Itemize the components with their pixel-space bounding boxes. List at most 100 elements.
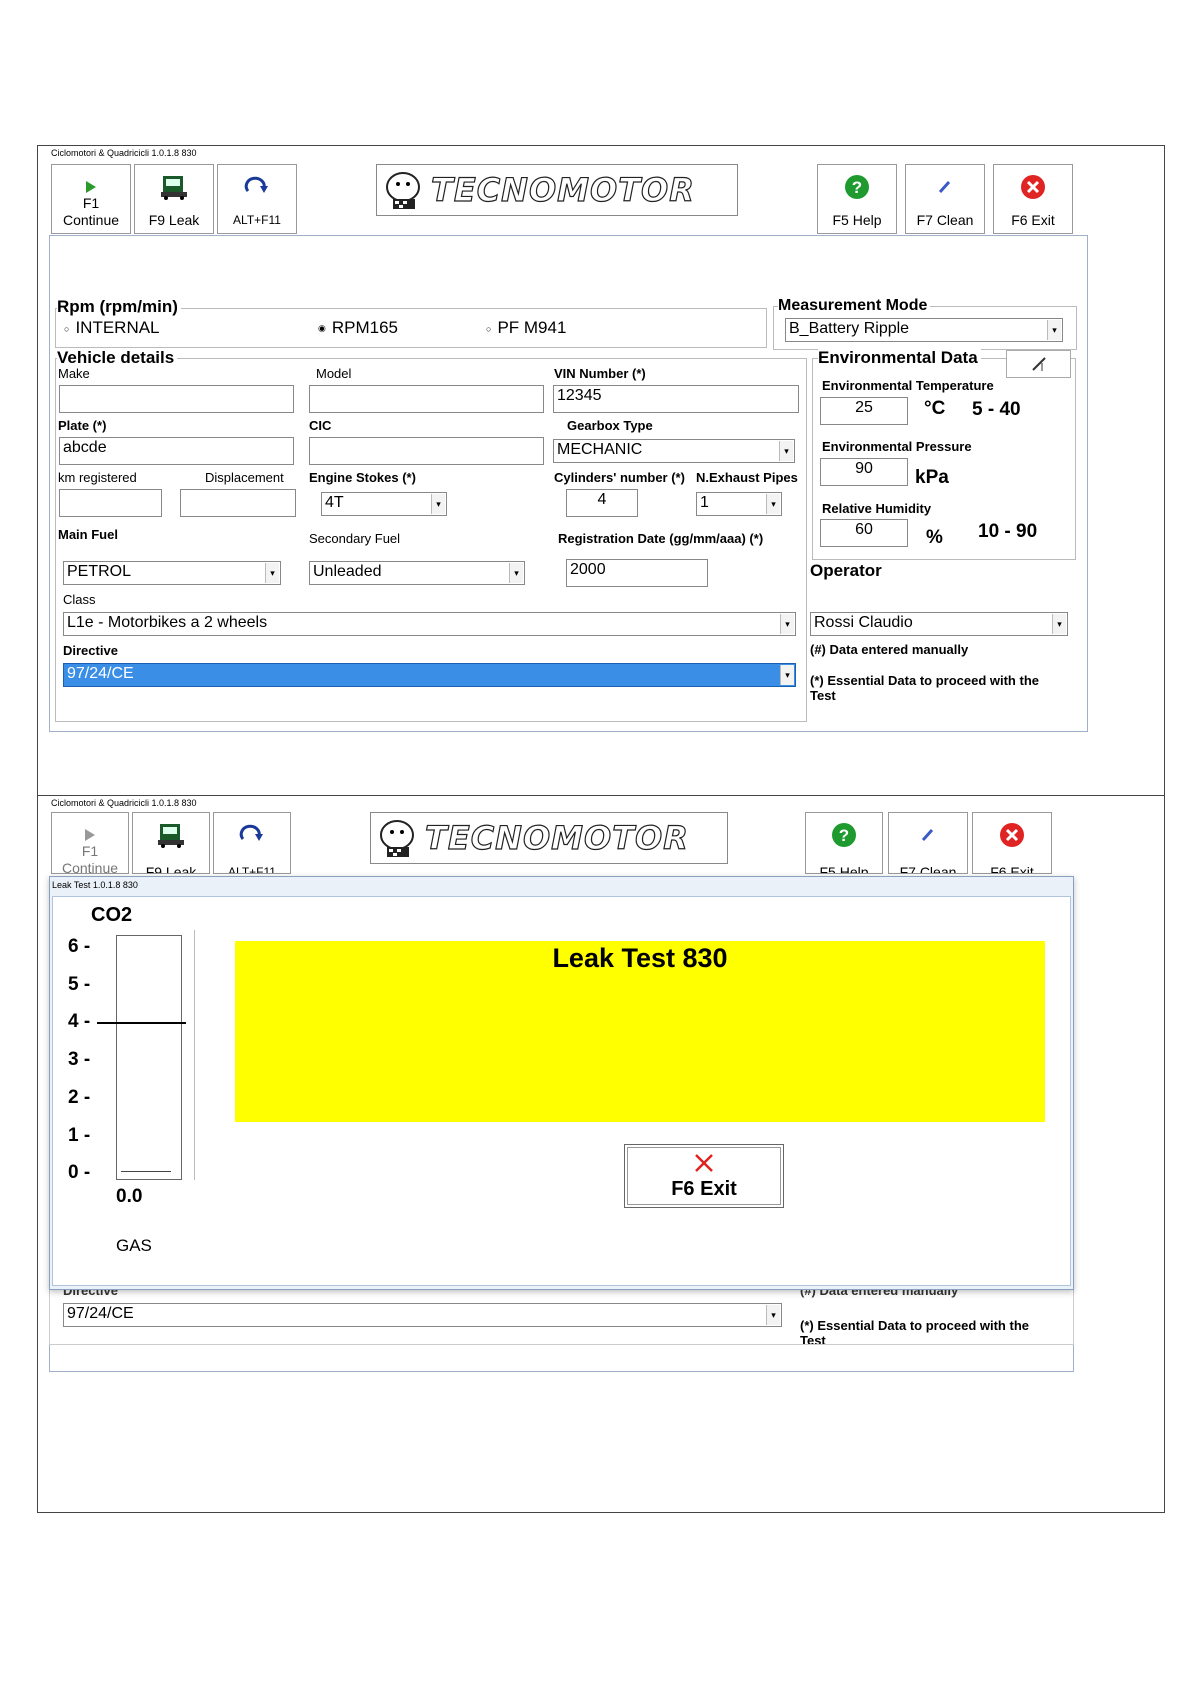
continue-button[interactable]: F1 Continue [51, 164, 131, 234]
close-icon [994, 173, 1072, 201]
redo-icon [214, 821, 290, 849]
clean-button[interactable]: F7 Clean [888, 812, 968, 874]
vehicle-details-heading: Vehicle details [57, 348, 178, 368]
directive-select[interactable]: 97/24/CE ▾ [63, 663, 796, 687]
gauge-title: CO2 [91, 904, 133, 926]
chevron-down-icon: ▾ [1047, 320, 1061, 340]
cic-field[interactable] [309, 437, 544, 465]
leak-test-dialog-title: Leak Test 1.0.1.8 830 [52, 880, 138, 890]
radio-pfm941[interactable]: ○ PF M941 [486, 318, 566, 338]
cylinders-field[interactable]: 4 [566, 489, 638, 517]
dog-mascot-icon [386, 172, 420, 209]
model-label: Model [316, 366, 352, 381]
environmental-data-heading: Environmental Data [818, 348, 981, 368]
dog-mascot-icon [380, 820, 414, 857]
dialog-exit-button[interactable]: F6 Exit [624, 1144, 784, 1208]
humidity-label: Relative Humidity [822, 501, 932, 516]
svg-text:?: ? [839, 826, 849, 845]
radio-selected-icon: ◉ [318, 323, 326, 334]
gauge-tick-label: 1 - [68, 1124, 91, 1146]
continue-button[interactable]: F1 Continue [51, 812, 129, 876]
km-field[interactable] [59, 489, 162, 517]
km-label: km registered [58, 470, 137, 485]
secondary-fuel-select[interactable]: Unleaded ▾ [309, 561, 525, 585]
pressure-field[interactable]: 90 [820, 458, 908, 486]
main-fuel-select[interactable]: PETROL ▾ [63, 561, 281, 585]
temp-field[interactable]: 25 [820, 397, 908, 425]
help-icon: ? [818, 173, 896, 201]
broom-icon [906, 173, 984, 201]
class-select[interactable]: L1e - Motorbikes a 2 wheels ▾ [63, 612, 796, 636]
logo-text: TECNOMOTOR [430, 170, 695, 209]
measurement-mode-select[interactable]: B_Battery Ripple ▾ [785, 318, 1063, 342]
tecnomotor-logo: TECNOMOTOR [376, 164, 738, 216]
continue-label: Continue [62, 212, 120, 228]
tecnomotor-logo: TECNOMOTOR [370, 812, 728, 864]
vin-field[interactable]: 12345 [553, 385, 799, 413]
altf11-label: ALT+F11 [228, 865, 276, 874]
operator-heading: Operator [810, 561, 882, 580]
make-label: Make [58, 366, 90, 381]
leak-label: F9 Leak [148, 212, 200, 228]
broom-icon [889, 821, 967, 849]
plate-field[interactable]: abcde [59, 437, 294, 465]
gearbox-select[interactable]: MECHANIC ▾ [553, 439, 795, 463]
exit-button[interactable]: F6 Exit [993, 164, 1073, 234]
exit-label: F6 Exit [1011, 212, 1055, 228]
class-label: Class [63, 592, 96, 607]
gauge-tick-label: 4 - [68, 1011, 91, 1033]
exit-label: F6 Exit [990, 864, 1034, 874]
cic-label: CIC [309, 418, 332, 433]
pencil-icon [1031, 357, 1046, 371]
engine-strokes-select[interactable]: 4T ▾ [321, 492, 447, 516]
continue-key: F1 [82, 195, 100, 211]
chevron-down-icon: ▾ [780, 665, 794, 685]
make-field[interactable] [59, 385, 294, 413]
help-button[interactable]: ? F5 Help [817, 164, 897, 234]
chevron-down-icon: ▾ [766, 494, 780, 514]
operator-select[interactable]: Rossi Claudio ▾ [810, 612, 1068, 636]
logo-text: TECNOMOTOR [424, 818, 689, 857]
clean-button[interactable]: F7 Clean [905, 164, 985, 234]
chevron-down-icon: ▾ [780, 614, 794, 634]
radio-icon: ○ [64, 323, 70, 334]
radio-rpm165[interactable]: ◉ RPM165 [318, 318, 398, 338]
radio-internal[interactable]: ○ INTERNAL [64, 318, 160, 338]
rpm-heading: Rpm (rpm/min) [57, 297, 181, 317]
exit-button[interactable]: F6 Exit [972, 812, 1052, 874]
humidity-unit: % [926, 527, 943, 548]
cylinders-label: Cylinders' number (*) [554, 470, 685, 485]
humidity-field[interactable]: 60 [820, 519, 908, 547]
altf11-button[interactable]: ALT+F11 [213, 812, 291, 874]
directive-label: Directive [63, 643, 118, 658]
leak-machine-icon [133, 821, 209, 849]
leak-button[interactable]: F9 Leak [132, 812, 210, 874]
help-icon: ? [806, 821, 882, 849]
close-icon [695, 1154, 713, 1172]
redo-icon [218, 173, 296, 201]
manual-data-note: (#) Data entered manually [810, 642, 969, 657]
environment-edit-button[interactable] [1006, 350, 1071, 378]
model-field[interactable] [309, 385, 544, 413]
gauge-tick-label: 2 - [68, 1086, 91, 1108]
reg-date-field[interactable]: 2000 [566, 559, 708, 587]
help-label: F5 Help [819, 864, 869, 874]
help-label: F5 Help [832, 212, 882, 228]
help-button[interactable]: ? F5 Help [805, 812, 883, 874]
exhaust-label: N.Exhaust Pipes [696, 470, 798, 485]
displacement-field[interactable] [180, 489, 296, 517]
chevron-down-icon: ▾ [265, 563, 279, 583]
altf11-label: ALT+F11 [233, 213, 281, 227]
displacement-label: Displacement [205, 470, 284, 485]
exhaust-select[interactable]: 1 ▾ [696, 492, 782, 516]
leak-button[interactable]: F9 Leak [134, 164, 214, 234]
gauge-fill-line [121, 1171, 171, 1172]
window-title: Ciclomotori & Quadricicli 1.0.1.8 830 [51, 148, 197, 158]
main-fuel-label: Main Fuel [58, 527, 118, 542]
altf11-button[interactable]: ALT+F11 [217, 164, 297, 234]
leak-test-banner: Leak Test 830 [235, 941, 1045, 1122]
gauge-bar [116, 935, 182, 1180]
radio-icon: ○ [486, 323, 492, 334]
clean-label: F7 Clean [916, 212, 974, 228]
gauge-axis [194, 930, 195, 1180]
